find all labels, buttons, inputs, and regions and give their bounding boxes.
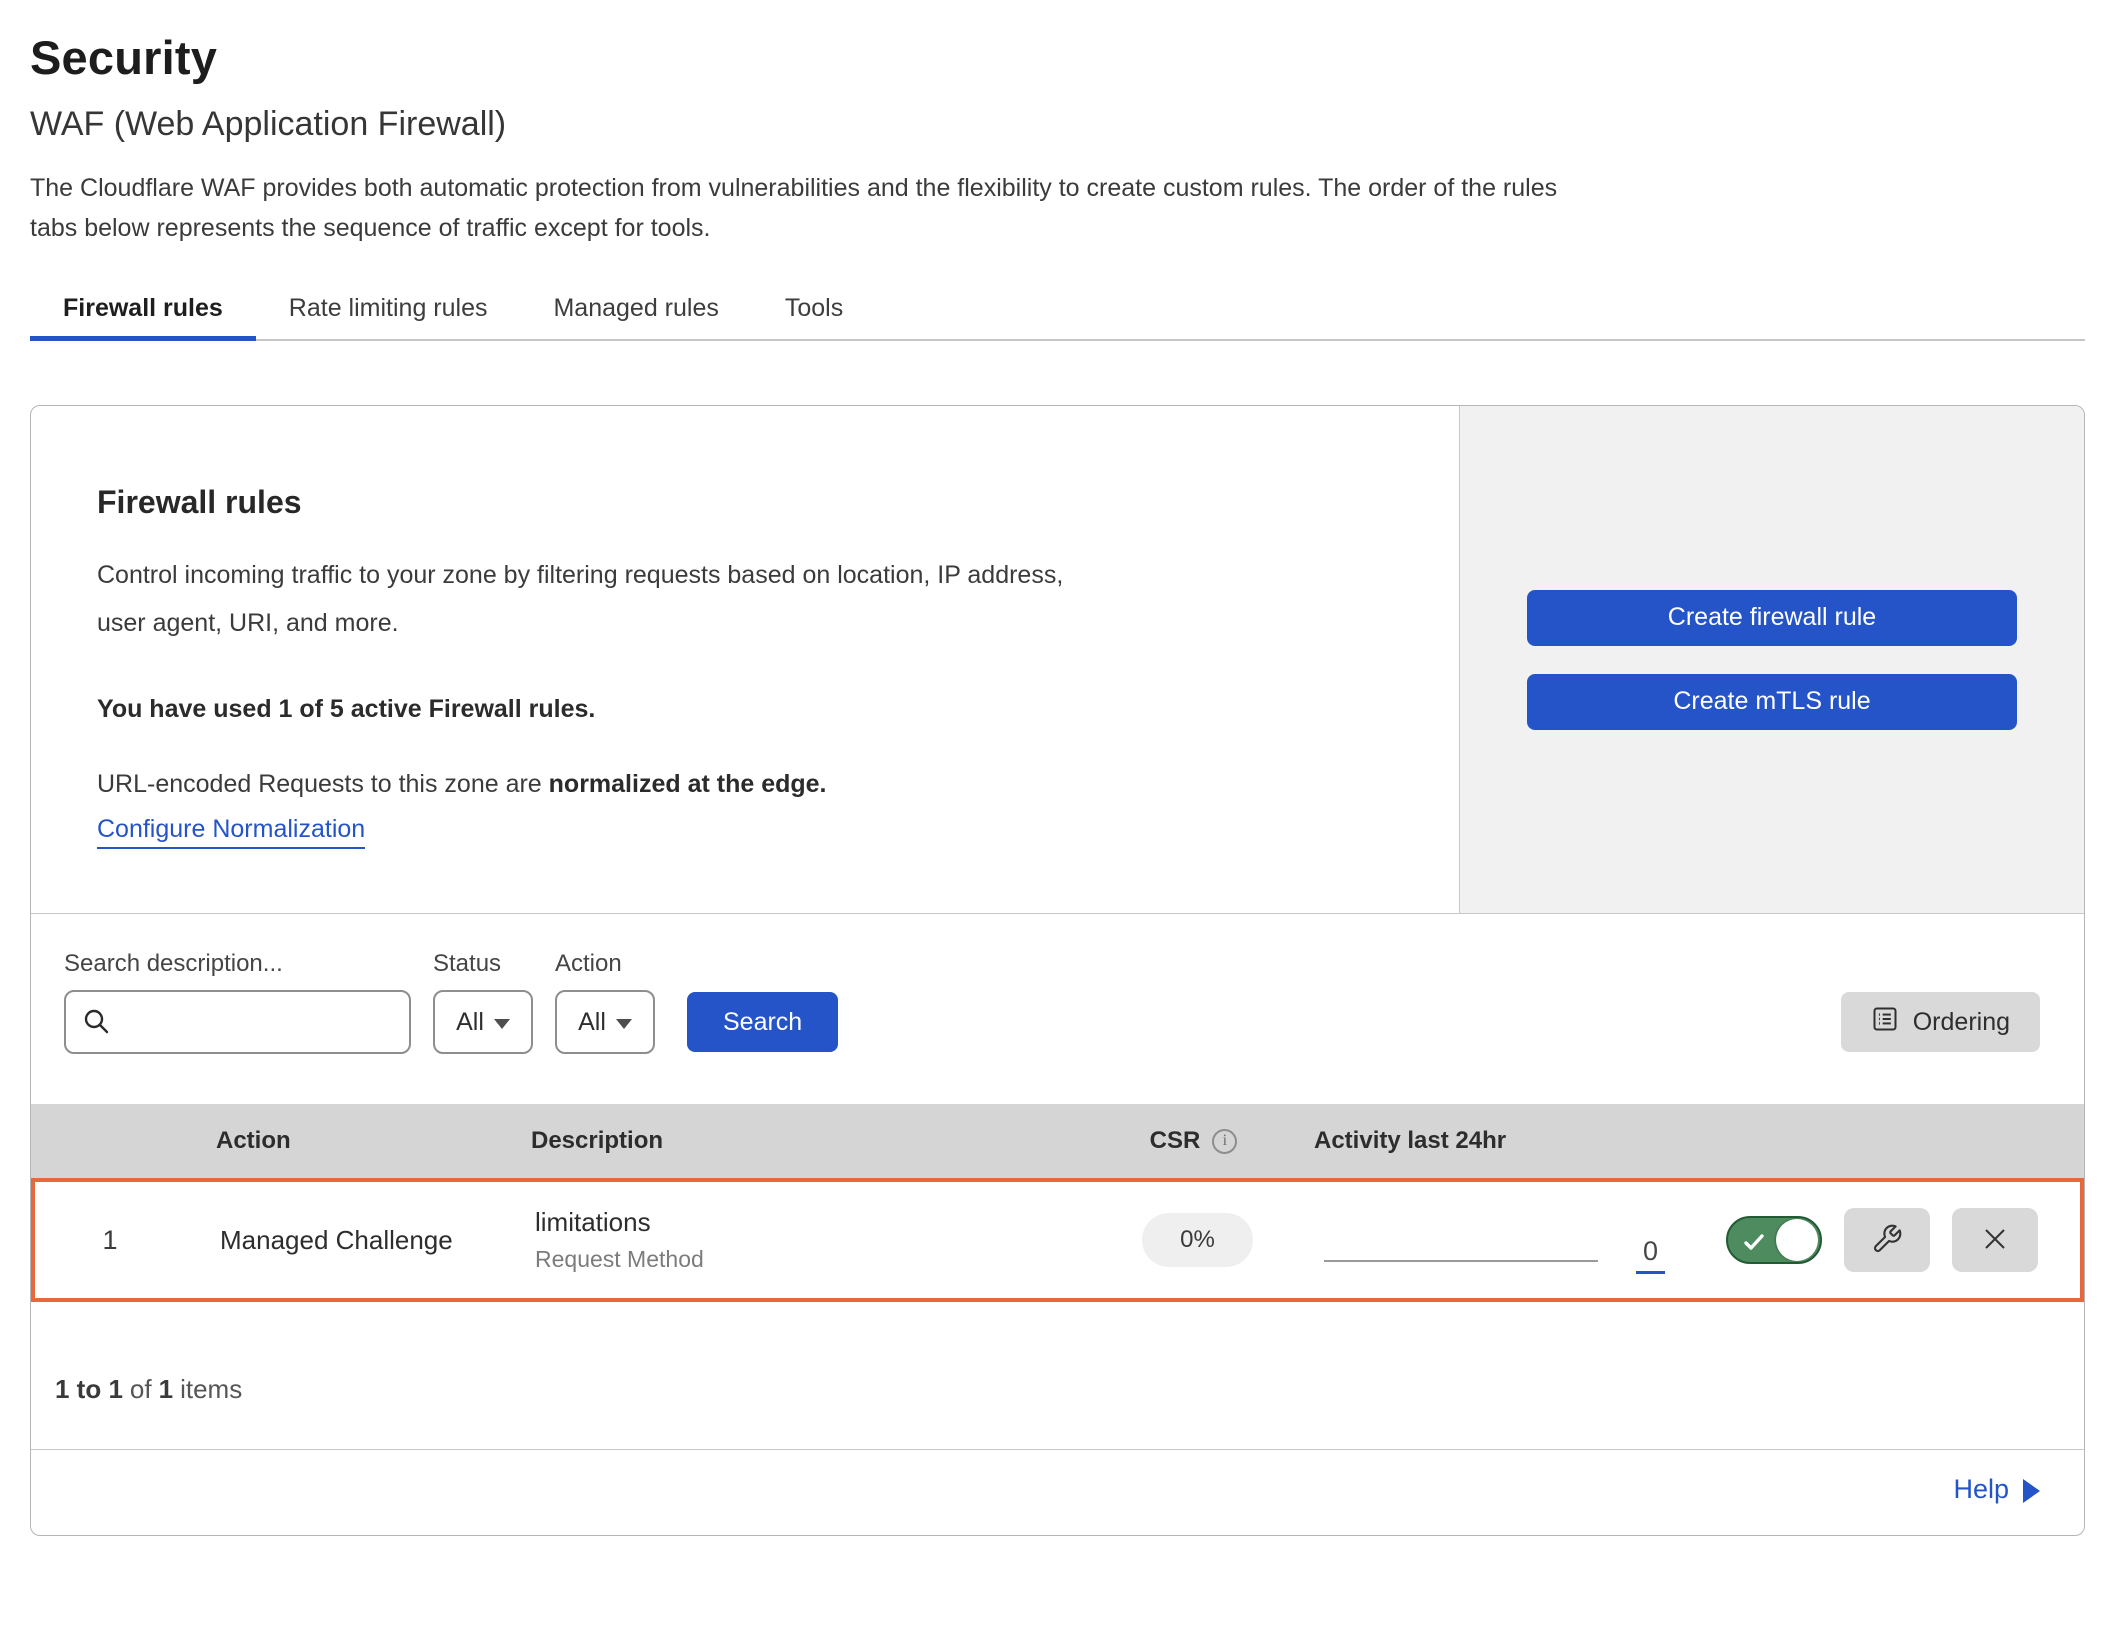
status-dropdown[interactable]: All (433, 990, 533, 1054)
firewall-rules-card: Firewall rules Control incoming traffic … (30, 405, 2085, 1536)
header-description: Description (501, 1127, 1101, 1155)
tab-rate-limiting-rules[interactable]: Rate limiting rules (256, 278, 521, 341)
panel-description-line2: user agent, URI, and more. (97, 609, 399, 637)
panel-description-line1: Control incoming traffic to your zone by… (97, 561, 1063, 589)
normalization-text: URL-encoded Requests to this zone are no… (97, 770, 1389, 799)
items-count: 1 to 1of1items (31, 1302, 2084, 1449)
header-action: Action (181, 1127, 501, 1155)
table-header: Action Description CSR Activity last 24h… (31, 1104, 2084, 1178)
close-icon (1980, 1224, 2010, 1257)
rule-enabled-toggle[interactable] (1726, 1216, 1822, 1264)
actions-sidebar: Create firewall rule Create mTLS rule (1459, 406, 2084, 913)
action-label: Action (555, 950, 655, 978)
help-link[interactable]: Help (1953, 1474, 2040, 1505)
chevron-down-icon (616, 1019, 632, 1029)
usage-text: You have used 1 of 5 active Firewall rul… (97, 695, 1389, 724)
create-firewall-rule-button[interactable]: Create firewall rule (1527, 590, 2017, 646)
status-field-group: Status All (433, 950, 533, 1054)
page-description-line1: The Cloudflare WAF provides both automat… (30, 174, 1557, 202)
status-dropdown-value: All (456, 1008, 484, 1037)
rule-description-sub: Request Method (535, 1246, 1105, 1273)
search-input[interactable] (64, 990, 411, 1054)
rule-activity-cell: 0 (1290, 1182, 1665, 1298)
tab-bar: Firewall rules Rate limiting rules Manag… (30, 278, 2085, 341)
activity-sparkline (1324, 1260, 1598, 1262)
panel-heading: Firewall rules (97, 484, 1389, 521)
ordering-button-label: Ordering (1913, 1008, 2010, 1037)
header-activity: Activity last 24hr (1286, 1127, 1661, 1155)
check-icon (1741, 1229, 1767, 1262)
page-subtitle: WAF (Web Application Firewall) (30, 105, 2085, 144)
edit-rule-button[interactable] (1844, 1208, 1930, 1272)
action-field-group: Action All (555, 950, 655, 1054)
action-dropdown-value: All (578, 1008, 606, 1037)
configure-normalization-link[interactable]: Configure Normalization (97, 815, 365, 849)
search-box (64, 990, 411, 1054)
security-waf-page: Security WAF (Web Application Firewall) … (0, 30, 2114, 1536)
card-top-section: Firewall rules Control incoming traffic … (31, 406, 2084, 914)
table-row: 1 Managed Challenge limitations Request … (31, 1178, 2084, 1302)
rule-description-cell: limitations Request Method (505, 1207, 1105, 1273)
normalization-prefix: URL-encoded Requests to this zone are (97, 770, 549, 798)
items-label: items (180, 1374, 242, 1404)
rule-csr-cell: 0% (1142, 1213, 1253, 1267)
rule-controls (1665, 1208, 2080, 1272)
help-link-label: Help (1953, 1474, 2009, 1505)
search-icon (82, 1007, 112, 1042)
activity-count-link[interactable]: 0 (1636, 1236, 1665, 1274)
action-dropdown[interactable]: All (555, 990, 655, 1054)
header-csr: CSR (1150, 1127, 1238, 1155)
header-csr-label: CSR (1150, 1127, 1201, 1155)
help-row: Help (31, 1449, 2084, 1535)
create-mtls-rule-button[interactable]: Create mTLS rule (1527, 674, 2017, 730)
info-icon[interactable] (1212, 1129, 1237, 1154)
ordering-button[interactable]: Ordering (1841, 992, 2040, 1052)
page-description-line2: tabs below represents the sequence of tr… (30, 214, 710, 242)
wrench-icon (1871, 1223, 1903, 1258)
csr-badge: 0% (1142, 1213, 1253, 1267)
tab-tools[interactable]: Tools (752, 278, 876, 341)
search-button[interactable]: Search (687, 992, 838, 1052)
ordering-list-icon (1871, 1005, 1899, 1040)
panel-description: Control incoming traffic to your zone by… (97, 551, 1389, 647)
firewall-rules-info: Firewall rules Control incoming traffic … (31, 406, 1459, 913)
normalization-bold: normalized at the edge. (549, 770, 827, 798)
delete-rule-button[interactable] (1952, 1208, 2038, 1272)
page-title: Security (30, 30, 2085, 85)
search-label: Search description... (64, 950, 411, 978)
status-label: Status (433, 950, 533, 978)
tab-firewall-rules[interactable]: Firewall rules (30, 278, 256, 341)
filter-toolbar: Search description... Status All Action (31, 914, 2084, 1104)
items-of: of (130, 1374, 152, 1404)
rule-description: limitations (535, 1207, 1105, 1238)
search-field-group: Search description... (64, 950, 411, 1054)
toggle-knob (1776, 1219, 1818, 1261)
arrow-right-icon (2023, 1479, 2040, 1503)
items-total: 1 (159, 1374, 173, 1404)
rule-priority: 1 (102, 1225, 117, 1256)
page-description: The Cloudflare WAF provides both automat… (30, 168, 2085, 248)
items-range: 1 to 1 (55, 1374, 123, 1404)
chevron-down-icon (494, 1019, 510, 1029)
rule-action: Managed Challenge (185, 1225, 505, 1256)
tab-managed-rules[interactable]: Managed rules (520, 278, 751, 341)
